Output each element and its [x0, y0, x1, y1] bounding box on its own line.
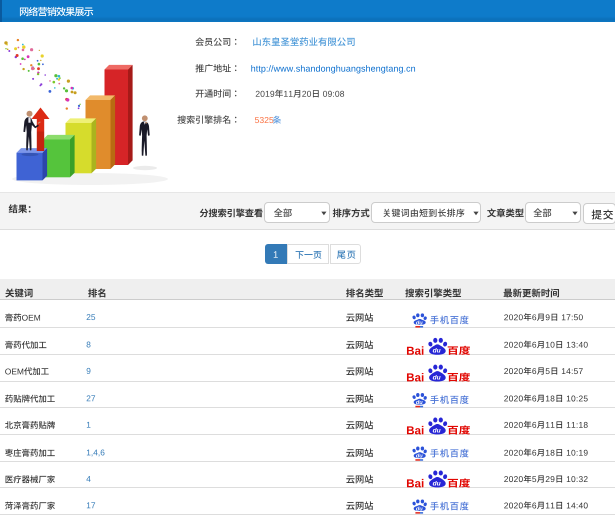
svg-text:du: du: [433, 374, 441, 381]
svg-text:du: du: [416, 320, 423, 326]
svg-text:du: du: [433, 480, 441, 487]
svg-text:du: du: [416, 454, 423, 460]
svg-text:du: du: [416, 506, 423, 512]
svg-text:du: du: [433, 427, 441, 434]
svg-text:du: du: [416, 400, 423, 406]
svg-text:du: du: [433, 348, 441, 355]
